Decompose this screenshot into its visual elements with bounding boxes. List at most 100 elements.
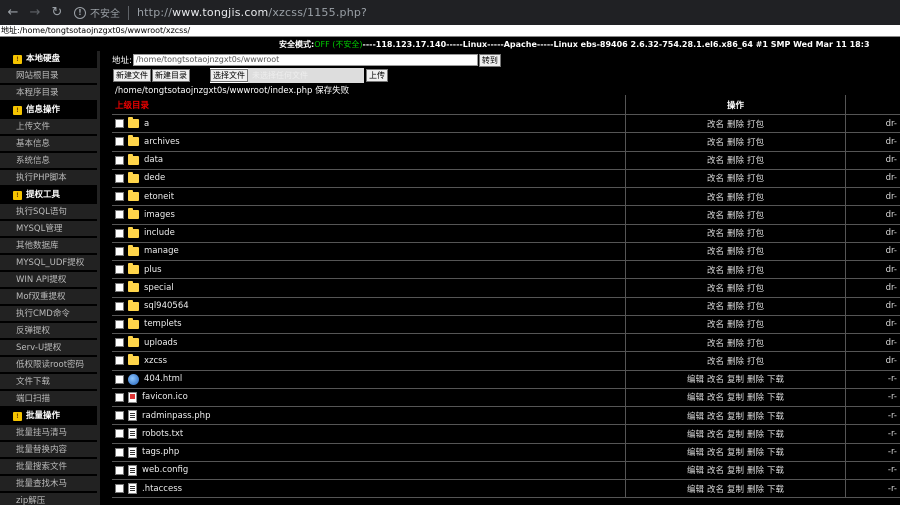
permission-cell[interactable]: -r- bbox=[846, 462, 900, 479]
permission-cell[interactable]: -r- bbox=[846, 389, 900, 406]
op-link[interactable]: 复制 bbox=[727, 446, 744, 458]
op-link[interactable]: 改名 bbox=[707, 300, 724, 312]
op-link[interactable]: 删除 bbox=[727, 264, 744, 276]
op-link[interactable]: 打包 bbox=[747, 154, 764, 166]
op-link[interactable]: 下载 bbox=[767, 446, 784, 458]
op-link[interactable]: 打包 bbox=[747, 118, 764, 130]
permission-cell[interactable]: -r- bbox=[846, 407, 900, 424]
op-link[interactable]: 打包 bbox=[747, 264, 764, 276]
op-link[interactable]: 编辑 bbox=[687, 428, 704, 440]
op-link[interactable]: 编辑 bbox=[687, 391, 704, 403]
op-link[interactable]: 打包 bbox=[747, 245, 764, 257]
file-name-link[interactable]: 404.html bbox=[144, 374, 182, 384]
op-link[interactable]: 删除 bbox=[747, 373, 764, 385]
row-checkbox[interactable] bbox=[115, 283, 124, 293]
sidebar-item[interactable]: 网站根目录 bbox=[0, 68, 97, 84]
op-link[interactable]: 改名 bbox=[707, 373, 724, 385]
op-link[interactable]: 改名 bbox=[707, 483, 724, 495]
op-link[interactable]: 打包 bbox=[747, 209, 764, 221]
sidebar-item[interactable]: 执行CMD命令 bbox=[0, 306, 97, 322]
permission-cell[interactable]: dr- bbox=[846, 334, 900, 351]
folder-name-link[interactable]: special bbox=[144, 283, 174, 293]
folder-name-link[interactable]: templets bbox=[144, 319, 182, 329]
op-link[interactable]: 改名 bbox=[707, 282, 724, 294]
row-checkbox[interactable] bbox=[115, 338, 124, 348]
op-link[interactable]: 删除 bbox=[727, 209, 744, 221]
permission-cell[interactable]: dr- bbox=[846, 225, 900, 242]
permission-cell[interactable]: dr- bbox=[846, 152, 900, 169]
row-checkbox[interactable] bbox=[115, 374, 124, 384]
op-link[interactable]: 删除 bbox=[727, 118, 744, 130]
op-link[interactable]: 改名 bbox=[707, 209, 724, 221]
row-checkbox[interactable] bbox=[115, 392, 124, 402]
sidebar-item[interactable]: zip解压 bbox=[0, 493, 97, 505]
sidebar-item[interactable]: 执行PHP脚本 bbox=[0, 170, 97, 186]
op-link[interactable]: 下载 bbox=[767, 464, 784, 476]
folder-name-link[interactable]: manage bbox=[144, 246, 179, 256]
op-link[interactable]: 复制 bbox=[727, 373, 744, 385]
op-link[interactable]: 打包 bbox=[747, 191, 764, 203]
sidebar-item[interactable]: 其他数据库 bbox=[0, 238, 97, 254]
folder-name-link[interactable]: images bbox=[144, 210, 175, 220]
op-link[interactable]: 复制 bbox=[727, 464, 744, 476]
row-checkbox[interactable] bbox=[115, 119, 124, 129]
op-link[interactable]: 删除 bbox=[727, 154, 744, 166]
op-link[interactable]: 改名 bbox=[707, 410, 724, 422]
sidebar-item[interactable]: Mof双重提权 bbox=[0, 289, 97, 305]
permission-cell[interactable]: dr- bbox=[846, 206, 900, 223]
insecure-label[interactable]: 不安全 bbox=[90, 5, 120, 20]
sidebar-item[interactable]: 低权限读root密码 bbox=[0, 357, 97, 373]
op-link[interactable]: 改名 bbox=[707, 264, 724, 276]
row-checkbox[interactable] bbox=[115, 484, 124, 494]
op-link[interactable]: 删除 bbox=[727, 136, 744, 148]
op-link[interactable]: 删除 bbox=[727, 318, 744, 330]
op-link[interactable]: 改名 bbox=[707, 172, 724, 184]
new-dir-button[interactable]: 新建目录 bbox=[152, 69, 190, 82]
upload-button[interactable]: 上传 bbox=[366, 69, 388, 82]
op-link[interactable]: 改名 bbox=[707, 446, 724, 458]
op-link[interactable]: 改名 bbox=[707, 191, 724, 203]
folder-name-link[interactable]: uploads bbox=[144, 338, 177, 348]
file-name-link[interactable]: web.config bbox=[142, 465, 188, 475]
op-link[interactable]: 删除 bbox=[747, 428, 764, 440]
op-link[interactable]: 编辑 bbox=[687, 410, 704, 422]
row-checkbox[interactable] bbox=[115, 173, 124, 183]
op-link[interactable]: 删除 bbox=[727, 172, 744, 184]
permission-cell[interactable]: dr- bbox=[846, 316, 900, 333]
op-link[interactable]: 删除 bbox=[747, 446, 764, 458]
row-checkbox[interactable] bbox=[115, 137, 124, 147]
op-link[interactable]: 下载 bbox=[767, 373, 784, 385]
op-link[interactable]: 复制 bbox=[727, 483, 744, 495]
op-link[interactable]: 改名 bbox=[707, 318, 724, 330]
row-checkbox[interactable] bbox=[115, 411, 124, 421]
op-link[interactable]: 打包 bbox=[747, 136, 764, 148]
op-link[interactable]: 复制 bbox=[727, 391, 744, 403]
sidebar-item[interactable]: 批量挂马清马 bbox=[0, 425, 97, 441]
warning-icon[interactable]: ! bbox=[74, 6, 86, 19]
op-link[interactable]: 改名 bbox=[707, 136, 724, 148]
row-checkbox[interactable] bbox=[115, 301, 124, 311]
op-link[interactable]: 改名 bbox=[707, 355, 724, 367]
op-link[interactable]: 删除 bbox=[727, 282, 744, 294]
permission-cell[interactable]: dr- bbox=[846, 188, 900, 205]
sidebar-item[interactable]: 基本信息 bbox=[0, 136, 97, 152]
sidebar-item[interactable]: 文件下载 bbox=[0, 374, 97, 390]
op-link[interactable]: 删除 bbox=[727, 337, 744, 349]
permission-cell[interactable]: dr- bbox=[846, 261, 900, 278]
op-link[interactable]: 删除 bbox=[747, 410, 764, 422]
file-name-link[interactable]: .htaccess bbox=[142, 484, 182, 494]
folder-name-link[interactable]: sql940564 bbox=[144, 301, 189, 311]
sidebar-item[interactable]: 本程序目录 bbox=[0, 85, 97, 101]
op-link[interactable]: 删除 bbox=[727, 355, 744, 367]
folder-name-link[interactable]: etoneit bbox=[144, 192, 174, 202]
op-link[interactable]: 下载 bbox=[767, 428, 784, 440]
row-checkbox[interactable] bbox=[115, 210, 124, 220]
op-link[interactable]: 删除 bbox=[747, 391, 764, 403]
folder-name-link[interactable]: archives bbox=[144, 137, 180, 147]
folder-name-link[interactable]: a bbox=[144, 119, 149, 129]
sidebar-item[interactable]: 批量查找木马 bbox=[0, 476, 97, 492]
op-link[interactable]: 打包 bbox=[747, 300, 764, 312]
choose-file-button[interactable]: 选择文件 bbox=[210, 69, 248, 82]
row-checkbox[interactable] bbox=[115, 429, 124, 439]
op-link[interactable]: 删除 bbox=[727, 191, 744, 203]
